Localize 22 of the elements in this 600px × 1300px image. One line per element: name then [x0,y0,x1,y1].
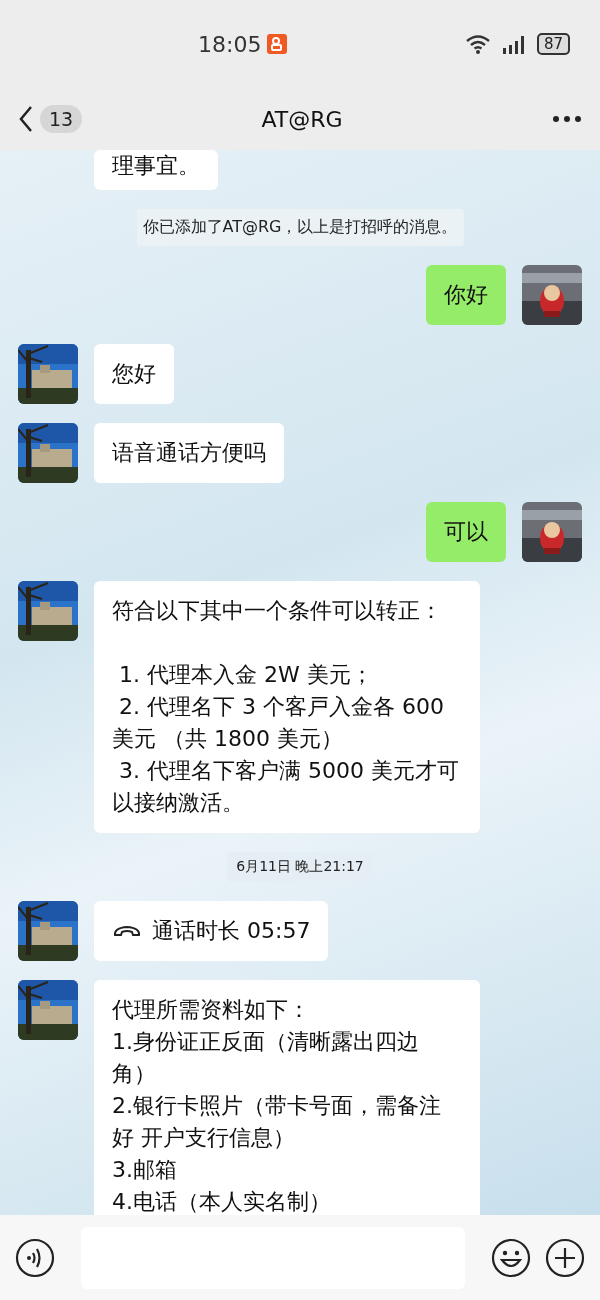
chat-title: AT@RG [260,106,344,132]
message-bubble: 符合以下其中一个条件可以转正： 1. 代理本入金 2W 美元； 2. 代理名下 3 个客戸入金各 600 美元 （共 1800 美元） 3. 代理名下客户满 5000 美元才可以接纳激活。 [94,581,480,833]
more-icon[interactable] [552,115,582,123]
app-notification-icon [267,34,288,54]
voice-icon[interactable] [15,1237,55,1278]
message-bubble: 你好 [426,265,506,325]
message-bubble: 语音通话方便吗 [94,423,284,483]
phone-icon [112,924,142,938]
emoji-icon[interactable] [491,1237,531,1278]
message-bubble: 理事宜。 [94,150,218,190]
wifi-icon [464,34,491,54]
battery-level: 87 [536,33,570,55]
unread-count: 13 [40,105,83,133]
call-bubble[interactable]: 通话时长 05:57 [94,901,329,961]
message-bubble: 可以 [426,502,506,562]
message-bubble: 代理所需资料如下： 1.身份证正反面（清晰露出四边角） 2.银行卡照片（带卡号面，需备注好 开户支行信息） 3.邮箱 4.电话（本人实名制） [94,980,480,1215]
system-message: 你已添加了AT@RG，以上是打招呼的消息。 [136,209,464,246]
message-bubble: 您好 [94,344,174,404]
plus-icon[interactable] [545,1237,585,1278]
call-duration: 通话时长 05:57 [152,917,311,945]
status-time: 18:05 [198,31,262,57]
back-icon[interactable] [18,105,34,133]
